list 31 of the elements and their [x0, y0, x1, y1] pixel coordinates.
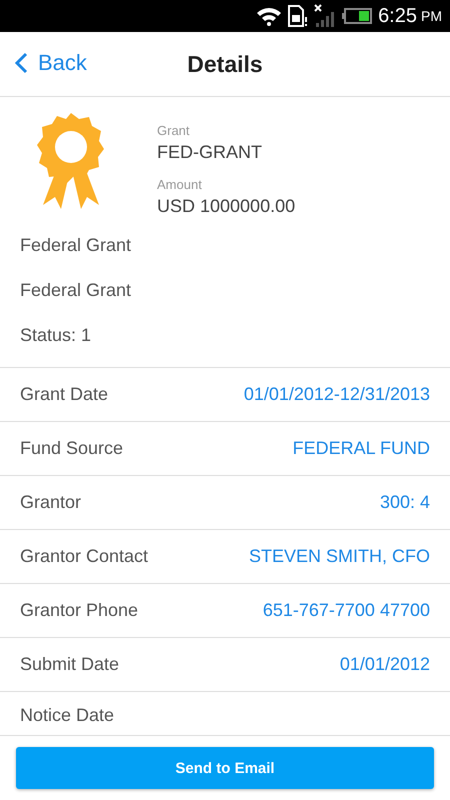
signal-icon	[314, 4, 336, 28]
detail-value: 01/01/2012	[340, 654, 430, 675]
clock-time: 6:25	[378, 4, 417, 28]
detail-value: 651-767-7700 47700	[262, 600, 430, 621]
battery-icon	[342, 8, 372, 24]
detail-value: STEVEN SMITH, CFO	[248, 546, 430, 567]
back-button[interactable]: Back	[0, 50, 87, 76]
detail-value: 300: 4	[380, 492, 430, 513]
send-email-button[interactable]: Send to Email	[16, 747, 434, 789]
detail-label: Notice Date	[20, 705, 114, 726]
description-text: Status: 1	[20, 324, 92, 347]
detail-label: Grantor	[20, 492, 82, 513]
detail-label: Submit Date	[20, 654, 120, 675]
field-label: Amount	[157, 177, 203, 192]
page-title: Details	[187, 50, 263, 78]
description-text: Federal Grant	[20, 234, 132, 257]
clock-period: PM	[421, 8, 442, 24]
detail-label: Grantor Contact	[20, 546, 148, 567]
chevron-left-icon	[14, 52, 28, 74]
field-value: FED-GRANT	[157, 142, 263, 163]
field-value: USD 1000000.00	[157, 196, 296, 217]
sim-card-icon	[288, 5, 308, 27]
detail-value: 01/01/2012-12/31/2013	[244, 384, 430, 405]
wifi-icon	[256, 6, 282, 26]
detail-label: Grantor Phone	[20, 600, 138, 621]
detail-value: FEDERAL FUND	[292, 438, 430, 459]
award-ribbon-icon	[37, 113, 105, 209]
field-label: Grant	[157, 123, 191, 138]
description-text: Federal Grant	[20, 279, 132, 302]
detail-label: Fund Source	[20, 438, 124, 459]
detail-label: Grant Date	[20, 384, 108, 405]
